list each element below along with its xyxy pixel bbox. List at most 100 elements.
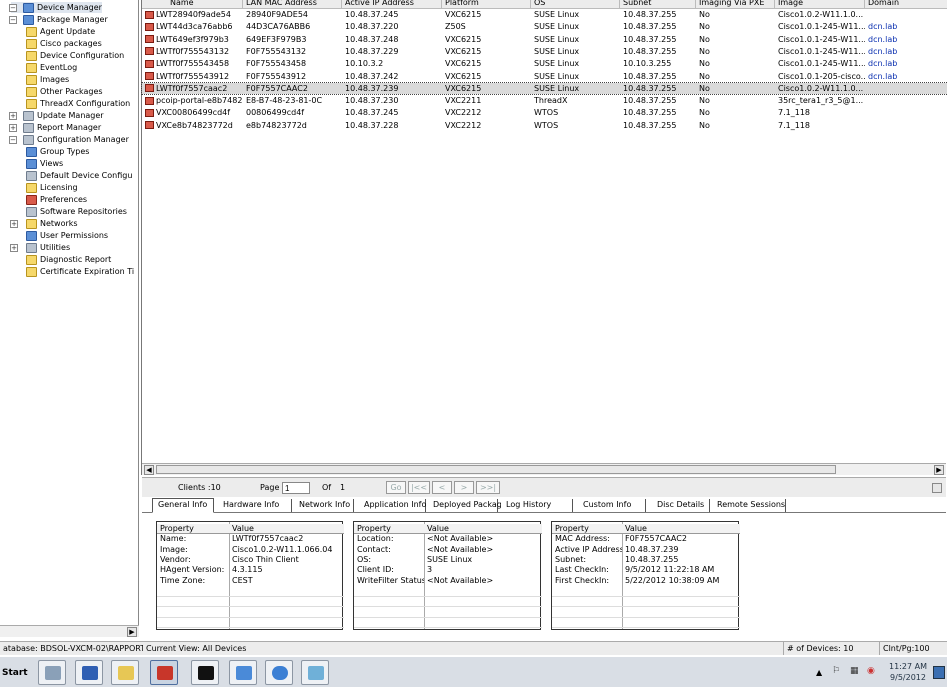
- start-button[interactable]: Start: [0, 662, 30, 684]
- column-header[interactable]: Active IP Address: [342, 0, 442, 8]
- column-header[interactable]: Platform: [442, 0, 531, 8]
- table-row[interactable]: LWTf0f755543458 F0F755543458 10.10.3.2 VXC6…: [142, 58, 947, 69]
- tree-item[interactable]: ThreadX Configuration: [24, 98, 130, 109]
- device-manager-taskbar-icon[interactable]: [150, 660, 178, 685]
- network-icon[interactable]: ▦: [850, 666, 859, 676]
- tree-item[interactable]: Images: [24, 74, 69, 85]
- page-label: Page: [260, 483, 280, 492]
- table-row[interactable]: LWTf0f755543132 F0F755543132 10.48.37.229 V…: [142, 46, 947, 57]
- tree-item[interactable]: Agent Update: [24, 26, 95, 37]
- tree-item[interactable]: Licensing: [24, 182, 78, 193]
- powershell-taskbar-icon[interactable]: [75, 660, 103, 685]
- tree-item[interactable]: Group Types: [24, 146, 89, 157]
- next-page-button[interactable]: >: [454, 481, 474, 494]
- tree-expander-icon[interactable]: −: [9, 15, 17, 24]
- property-value: 10.48.37.255: [625, 554, 679, 564]
- tab-log-history[interactable]: Log History: [501, 499, 573, 512]
- tree-item[interactable]: Cisco packages: [24, 38, 102, 49]
- table-row[interactable]: LWT649ef3f979b3 649EF3F979B3 10.48.37.248 V…: [142, 34, 947, 45]
- tree-expander-icon[interactable]: +: [10, 243, 18, 252]
- show-desktop-icon[interactable]: [933, 666, 945, 679]
- tree-expander-icon[interactable]: +: [10, 219, 18, 228]
- tree-item[interactable]: + Utilities: [10, 242, 70, 253]
- tab-network-info[interactable]: Network Info: [294, 499, 354, 512]
- go-button[interactable]: Go: [386, 481, 406, 494]
- tree-item-label: Agent Update: [40, 27, 96, 36]
- first-page-button[interactable]: |<<: [408, 481, 430, 494]
- table-row[interactable]: pcoip-portal-e8b7482... E8-B7-48-23-81-0C…: [142, 95, 947, 106]
- tree-horizontal-scrollbar[interactable]: ▶: [0, 625, 139, 637]
- tree-item-label: EventLog: [40, 63, 78, 72]
- column-header[interactable]: LAN MAC Address: [243, 0, 342, 8]
- last-page-button[interactable]: >>|: [476, 481, 500, 494]
- scroll-right-arrow-icon[interactable]: ▶: [127, 627, 137, 637]
- volume-muted-icon[interactable]: ◉: [867, 666, 875, 676]
- tree-expander-icon[interactable]: −: [9, 3, 17, 12]
- tree-item[interactable]: EventLog: [24, 62, 77, 73]
- tree-item[interactable]: Diagnostic Report: [24, 254, 111, 265]
- tree-item[interactable]: Certificate Expiration Ti: [24, 266, 134, 277]
- column-header[interactable]: Image: [775, 0, 865, 8]
- command-prompt-taskbar-icon[interactable]: [191, 660, 219, 685]
- flag-icon[interactable]: ⚐: [832, 666, 840, 676]
- server-manager-taskbar-icon[interactable]: [38, 660, 66, 685]
- grid-horizontal-scrollbar[interactable]: ◀ ▶: [142, 463, 946, 475]
- table-cell: VXC2212: [442, 120, 531, 131]
- tab-custom-info[interactable]: Custom Info: [578, 499, 646, 512]
- remote-desktop-taskbar-icon[interactable]: [301, 660, 329, 685]
- tray-expand-icon[interactable]: ▲: [816, 668, 822, 677]
- tree-item[interactable]: Device Configuration: [24, 50, 124, 61]
- tree-item[interactable]: − Configuration Manager: [9, 134, 129, 145]
- tab-application-info[interactable]: Application Info: [359, 499, 426, 512]
- cell-text: No: [699, 120, 710, 130]
- clock-date[interactable]: 9/5/2012: [888, 673, 928, 682]
- table-row[interactable]: LWTf0f7557caac2 F0F7557CAAC2 10.48.37.239 V…: [141, 81, 947, 95]
- tree-item[interactable]: + Networks: [10, 218, 78, 229]
- internet-explorer-taskbar-icon[interactable]: [265, 660, 293, 685]
- property-row: Active IP Address: 10.48.37.239: [552, 545, 740, 555]
- table-row[interactable]: LWTf0f755543912 F0F755543912 10.48.37.242 V…: [142, 71, 947, 82]
- prev-page-button[interactable]: <: [432, 481, 452, 494]
- tree-item[interactable]: Other Packages: [24, 86, 103, 97]
- tree-item[interactable]: − Device Manager: [9, 2, 102, 13]
- tree-expander-icon[interactable]: +: [9, 111, 17, 120]
- tab-hardware-info[interactable]: Hardware Info: [218, 499, 292, 512]
- tree-item[interactable]: − Package Manager: [9, 14, 108, 25]
- network-taskbar-icon[interactable]: [229, 660, 257, 685]
- column-header[interactable]: Subnet: [620, 0, 696, 8]
- collapse-panel-icon[interactable]: [932, 483, 942, 493]
- column-header[interactable]: Imaging Via PXE: [696, 0, 775, 8]
- tree-item[interactable]: Views: [24, 158, 63, 169]
- tab-remote-sessions[interactable]: Remote Sessions: [712, 499, 786, 512]
- tree-item[interactable]: + Update Manager: [9, 110, 104, 121]
- tree-item[interactable]: Software Repositories: [24, 206, 127, 217]
- grid-line: [552, 627, 740, 628]
- column-header[interactable]: OS: [531, 0, 620, 8]
- column-header[interactable]: Domain: [865, 0, 947, 8]
- scroll-right-arrow-icon[interactable]: ▶: [934, 465, 944, 475]
- column-header[interactable]: Name: [142, 0, 243, 8]
- tree-item[interactable]: + Report Manager: [9, 122, 101, 133]
- table-cell: [865, 120, 947, 131]
- clock-time[interactable]: 11:27 AM: [888, 662, 928, 671]
- tree-item[interactable]: User Permissions: [24, 230, 108, 241]
- tree-expander-icon[interactable]: −: [9, 135, 17, 144]
- tree-item[interactable]: Default Device Configu: [24, 170, 132, 181]
- page-input[interactable]: [282, 482, 310, 494]
- tree-expander-icon[interactable]: +: [9, 123, 17, 132]
- table-row[interactable]: LWT44d3ca76abb6 44D3CA76ABB6 10.48.37.220 Z…: [142, 21, 947, 32]
- table-cell: 10.48.37.255: [620, 120, 696, 131]
- scroll-left-arrow-icon[interactable]: ◀: [144, 465, 154, 475]
- table-row[interactable]: VXC00806499cd4f 00806499cd4f 10.48.37.245 V…: [142, 107, 947, 118]
- explorer-taskbar-icon[interactable]: [111, 660, 139, 685]
- tab-deployed-package[interactable]: Deployed Package: [428, 499, 507, 512]
- tab-disc-details[interactable]: Disc Details: [652, 499, 710, 512]
- tree-item[interactable]: Preferences: [24, 194, 87, 205]
- system-tray: ▲ ⚐ ▦ ◉ 11:27 AM 9/5/2012: [814, 657, 947, 687]
- tab-general-info[interactable]: General Info: [152, 498, 214, 513]
- scrollbar-thumb[interactable]: [156, 465, 836, 474]
- table-row[interactable]: LWT28940f9ade54 28940F9ADE54 10.48.37.245 V…: [142, 9, 947, 20]
- tree-node-icon: [26, 218, 37, 229]
- tree-item-label: ThreadX Configuration: [40, 99, 131, 108]
- table-row[interactable]: VXCe8b74823772d e8b74823772d 10.48.37.228 V…: [142, 120, 947, 131]
